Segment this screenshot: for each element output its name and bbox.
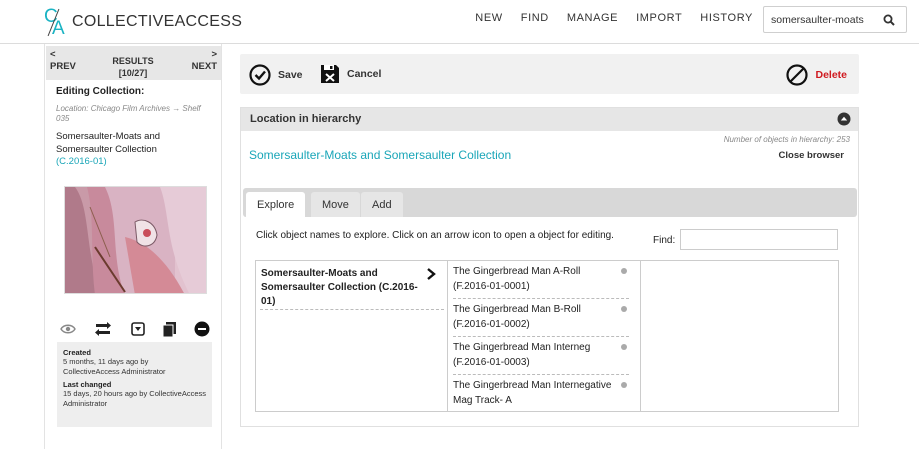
object-count: Number of objects in hierarchy: 253 [723,135,850,144]
results-count: [10/27] [118,68,148,78]
close-browser-link[interactable]: Close browser [779,150,844,161]
list-item[interactable]: The Gingerbread Man Internegative Mag Tr… [453,375,629,411]
column-divider [260,309,444,310]
dropdown-icon[interactable] [130,322,145,336]
search-icon[interactable] [876,7,902,32]
list-item[interactable]: The Gingerbread Man A-Roll (F.2016-01-00… [453,261,629,299]
eye-icon[interactable] [60,323,76,335]
chevron-right-icon[interactable] [426,267,436,285]
nav-import[interactable]: IMPORT [636,12,682,24]
swap-icon[interactable] [94,322,112,336]
bullet-icon [621,344,627,350]
bullet-icon [621,382,627,388]
tab-explore[interactable]: Explore [246,192,306,217]
top-navigation-bar: C A COLLECTIVEACCESS NEW FIND MANAGE IMP… [0,0,919,44]
remove-icon[interactable] [194,321,210,337]
collection-id: (C.2016-01) [56,156,107,167]
tab-move[interactable]: Move [311,192,360,217]
collectiveaccess-logo[interactable]: C A COLLECTIVEACCESS [44,6,243,39]
bullet-icon [621,268,627,274]
hierarchy-path-link[interactable]: Somersaulter-Moats and Somersaulter Coll… [249,148,511,162]
collapse-up-icon[interactable] [837,112,851,131]
collection-title: Somersaulter-Moats and Somersaulter Coll… [56,131,161,155]
cancel-icon [321,65,339,83]
hierarchy-tabs: Explore Move Add [243,188,857,217]
record-tools [60,319,210,339]
cancel-label: Cancel [347,68,382,80]
duplicate-icon[interactable] [162,321,176,337]
save-label: Save [278,69,303,81]
results-label[interactable]: RESULTS [10/27] [108,55,158,79]
collection-thumbnail[interactable] [64,186,207,294]
logo-text: COLLECTIVEACCESS [72,13,243,30]
delete-button[interactable]: Delete [786,64,847,86]
created-value: 5 months, 11 days ago by CollectiveAcces… [63,357,166,376]
list-item[interactable]: The Gingerbread Man B-Roll (F.2016-01-00… [453,299,629,337]
hierarchy-panel: Location in hierarchy Number of objects … [240,107,859,427]
object-name: The Gingerbread Man Internegative Mag Tr… [453,380,612,406]
quick-search [763,6,907,33]
record-info: Created 5 months, 11 days ago by Collect… [57,342,212,427]
save-button[interactable]: Save [249,64,303,86]
next-button[interactable]: > NEXT [192,49,217,73]
object-name: The Gingerbread Man Interneg (F.2016-01-… [453,342,591,368]
hierarchy-title: Location in hierarchy [250,113,362,125]
hierarchy-panel-header: Location in hierarchy [241,108,858,131]
find-input[interactable] [680,229,838,250]
nav-manage[interactable]: MANAGE [567,12,618,24]
hierarchy-browser: Somersaulter-Moats and Somersaulter Coll… [255,260,839,412]
collection-item[interactable]: Somersaulter-Moats and Somersaulter Coll… [261,267,421,309]
prev-button[interactable]: < PREV [50,49,76,73]
last-changed-value: 15 days, 20 hours ago by CollectiveAcces… [63,389,206,408]
nav-new[interactable]: NEW [475,12,502,24]
list-item[interactable]: The Gingerbread Man Interneg (F.2016-01-… [453,337,629,375]
location-line: Location: Chicago Film Archives → Shelf … [56,104,201,123]
tab-add[interactable]: Add [361,192,403,217]
next-arrow: > [211,49,217,60]
last-changed-label: Last changed [63,380,112,389]
object-name: The Gingerbread Man B-Roll (F.2016-01-00… [453,304,581,330]
bullet-icon [621,306,627,312]
next-label: NEXT [191,61,217,72]
logo-letter-a: A [52,18,65,39]
prev-label: PREV [50,61,76,72]
find-label: Find: [653,235,676,246]
explore-help-text: Click object names to explore. Click on … [256,230,614,241]
browser-column-1: Somersaulter-Moats and Somersaulter Coll… [256,261,448,411]
cancel-button[interactable]: Cancel [320,64,381,84]
main-nav: NEW FIND MANAGE IMPORT HISTORY [457,12,753,24]
save-icon [249,64,271,86]
editor-toolbar: Save Cancel Delete [240,54,859,94]
nav-find[interactable]: FIND [521,12,549,24]
left-sidebar: < PREV RESULTS [10/27] > NEXT Editing Co… [44,44,222,449]
logo-mark: C A [44,6,70,39]
search-input[interactable] [764,13,876,26]
browser-column-2: The Gingerbread Man A-Roll (F.2016-01-00… [448,261,641,411]
nav-history[interactable]: HISTORY [700,12,753,24]
results-text: RESULTS [112,56,154,66]
created-label: Created [63,348,91,357]
results-pager: < PREV RESULTS [10/27] > NEXT [46,46,221,80]
editing-label: Editing Collection: [56,86,145,97]
delete-icon [786,64,809,86]
delete-label: Delete [815,69,847,81]
object-name: The Gingerbread Man A-Roll (F.2016-01-00… [453,266,581,292]
prev-arrow: < [50,49,56,60]
